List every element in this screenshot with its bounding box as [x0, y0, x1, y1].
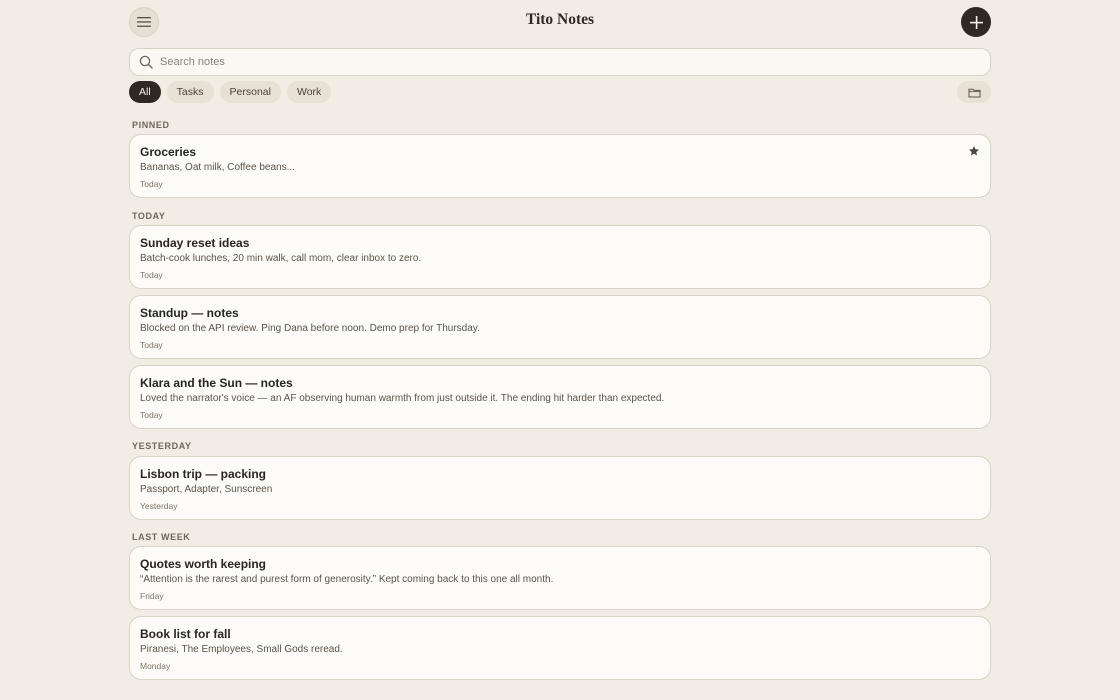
search-bar[interactable]	[129, 48, 991, 76]
filter-chip-all[interactable]: All	[129, 81, 161, 103]
section-header-yesterday: YESTERDAY	[132, 441, 192, 451]
note-date: Friday	[140, 591, 164, 601]
note-title: Sunday reset ideas	[140, 236, 250, 250]
note-date: Today	[140, 410, 163, 420]
note-title: Book list for fall	[140, 627, 231, 641]
note-title: Quotes worth keeping	[140, 557, 267, 571]
note-preview: Bananas, Oat milk, Coffee beans...	[140, 162, 295, 173]
note-date: Yesterday	[140, 501, 178, 511]
note-card[interactable]: Sunday reset ideas Batch-cook lunches, 2…	[129, 225, 991, 289]
note-preview: Piranesi, The Employees, Small Gods rere…	[140, 644, 343, 655]
note-preview: “Attention is the rarest and purest form…	[140, 574, 554, 585]
folders-button[interactable]	[957, 81, 991, 103]
note-preview: Loved the narrator's voice — an AF obser…	[140, 393, 665, 404]
section-header-pinned: PINNED	[132, 120, 170, 130]
filter-chip-personal[interactable]: Personal	[219, 81, 281, 103]
note-date: Today	[140, 270, 163, 280]
add-note-button[interactable]	[961, 7, 991, 37]
note-card[interactable]: Standup — notes Blocked on the API revie…	[129, 295, 991, 359]
plus-icon	[969, 15, 983, 29]
search-icon	[139, 55, 153, 69]
note-date: Monday	[140, 661, 171, 671]
note-date: Today	[140, 340, 163, 350]
note-date: Today	[140, 179, 163, 189]
note-preview: Batch-cook lunches, 20 min walk, call mo…	[140, 253, 422, 264]
note-card[interactable]: Groceries Bananas, Oat milk, Coffee bean…	[129, 134, 991, 198]
note-card[interactable]: Quotes worth keeping “Attention is the r…	[129, 546, 991, 610]
section-header-today: TODAY	[132, 211, 166, 221]
note-title: Lisbon trip — packing	[140, 467, 267, 481]
filter-chip-work[interactable]: Work	[286, 81, 332, 103]
note-preview: Passport, Adapter, Sunscreen	[140, 484, 273, 495]
search-input[interactable]	[160, 56, 990, 68]
filter-chips: All Tasks Personal Work	[129, 81, 332, 103]
filter-chip-tasks[interactable]: Tasks	[166, 81, 214, 103]
app-window: Tito Notes All Tasks Personal Work PINNE…	[0, 0, 1120, 700]
folder-icon	[968, 88, 980, 97]
note-card[interactable]: Book list for fall Piranesi, The Employe…	[129, 616, 991, 680]
note-title: Standup — notes	[140, 306, 239, 320]
note-title: Klara and the Sun — notes	[140, 376, 293, 390]
note-card[interactable]: Klara and the Sun — notes Loved the narr…	[129, 365, 991, 429]
note-preview: Blocked on the API review. Ping Dana bef…	[140, 323, 480, 334]
app-title: Tito Notes	[525, 11, 595, 28]
note-title: Groceries	[140, 145, 197, 159]
note-card[interactable]: Lisbon trip — packing Passport, Adapter,…	[129, 456, 991, 520]
pinned-star-icon[interactable]	[968, 145, 980, 157]
section-header-last-week: LAST WEEK	[132, 532, 191, 542]
